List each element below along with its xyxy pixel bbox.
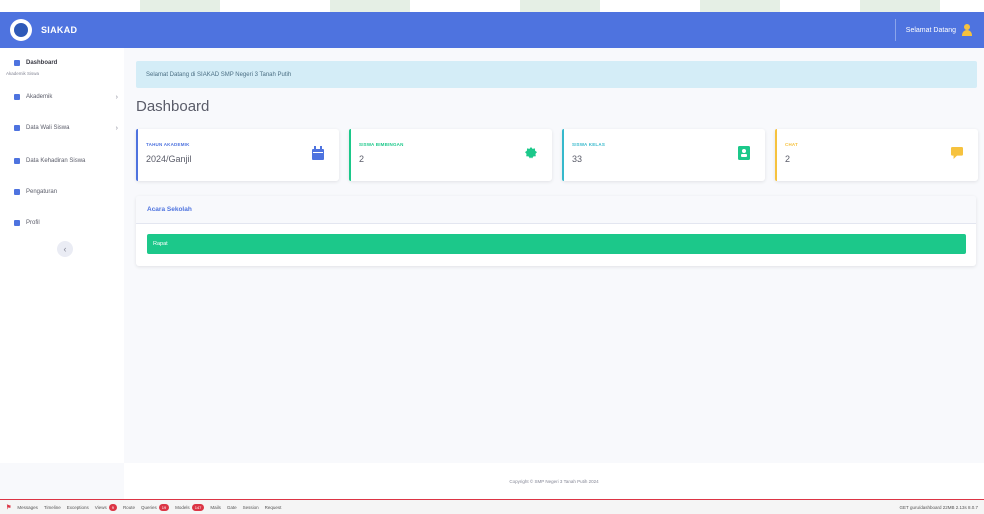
copyright-text: Copyright © SMP Negeri 3 Tanah Putih 202… (509, 478, 599, 484)
debug-tab-label: Mails (210, 504, 221, 510)
debugbar-logo-icon[interactable]: ⚑ (6, 504, 11, 511)
panel-header: Acara Sekolah (136, 196, 976, 224)
card-accent-bar (562, 129, 564, 181)
debug-tab-request[interactable]: Request (265, 505, 282, 510)
chevron-right-icon: › (115, 93, 118, 101)
sidebar-item-label: Data Wali Siswa (26, 125, 70, 131)
user-avatar-icon (962, 24, 972, 36)
debug-tab-label: Session (242, 504, 259, 510)
sidebar-item-profil[interactable]: Profil (14, 220, 118, 226)
card-label: Tahun Akademik (146, 142, 190, 147)
card-accent-bar (349, 129, 351, 181)
debug-badge: 9 (108, 503, 117, 511)
card-chat: Chat 2 (775, 129, 978, 181)
user-icon (14, 220, 20, 226)
card-value: 33 (572, 154, 583, 164)
debug-tab-label: Gate (226, 504, 237, 510)
sidebar-item-data-kehadiran-siswa[interactable]: Data Kehadiran Siswa (14, 158, 118, 164)
welcome-text: Selamat Datang di SIAKAD SMP Negeri 3 Ta… (146, 71, 292, 78)
debug-tab-route[interactable]: Route (123, 505, 135, 510)
page-title: Dashboard (136, 98, 210, 115)
topbar-divider (894, 19, 896, 41)
card-label: Siswa Bimbingan (359, 142, 404, 147)
sidebar-item-label: Profil (26, 220, 40, 226)
gauge-icon (14, 60, 20, 66)
footer: Copyright © SMP Negeri 3 Tanah Putih 202… (124, 463, 984, 499)
sidebar-section-label: Akademik Siswa (6, 71, 40, 76)
card-label: Chat (785, 142, 798, 147)
card-accent-bar (775, 129, 777, 181)
sidebar-item-label: Dashboard (26, 60, 58, 66)
debug-tab-label: Messages (17, 504, 38, 510)
event-item[interactable]: Rapat (147, 234, 966, 254)
table-icon (14, 158, 20, 164)
card-value: 2024/Ganjil (146, 154, 192, 164)
sidebar-item-dashboard[interactable]: Dashboard (14, 60, 118, 66)
debug-tab-mails[interactable]: Mails (210, 505, 221, 510)
debug-tab-label: Exceptions (66, 504, 89, 510)
debug-toolbar: ⚑ Messages Timeline Exceptions Views 9 Ro… (0, 499, 984, 514)
sidebar-item-label: Pengaturan (26, 189, 58, 195)
contact-icon (738, 146, 750, 160)
comment-icon (951, 147, 963, 159)
sidebar-toggle-button[interactable]: ‹ (57, 241, 73, 257)
card-siswa-bimbingan: Siswa Bimbingan 2 (349, 129, 552, 181)
debug-tab-label: Timeline (43, 504, 61, 510)
user-menu[interactable]: Selamat Datang (894, 12, 984, 48)
debug-tab-session[interactable]: Session (243, 505, 259, 510)
sidebar-item-pengaturan[interactable]: Pengaturan (14, 189, 118, 195)
sidebar: Dashboard Akademik Siswa Akademik › Data… (0, 48, 124, 463)
debug-tab-gate[interactable]: Gate (227, 505, 237, 510)
debug-tab-label: Queries (140, 504, 157, 510)
topbar: SIAKAD Selamat Datang (0, 12, 984, 48)
debug-tab-views[interactable]: Views 9 (94, 503, 117, 511)
debug-tab-models[interactable]: Models 147 (175, 503, 205, 511)
panel-title: Acara Sekolah (147, 206, 192, 213)
welcome-alert: Selamat Datang di SIAKAD SMP Negeri 3 Ta… (136, 61, 977, 88)
card-label: Siswa Kelas (572, 142, 606, 147)
event-label: Rapat (153, 241, 168, 247)
badge-icon (525, 147, 537, 159)
debug-tab-label: Models (175, 504, 190, 510)
card-accent-bar (136, 129, 138, 181)
watermark-band (0, 0, 984, 12)
debug-tab-timeline[interactable]: Timeline (44, 505, 61, 510)
card-tahun-akademik: Tahun Akademik 2024/Ganjil (136, 129, 339, 181)
brand[interactable]: SIAKAD (0, 12, 124, 48)
sidebar-item-label: Akademik (26, 94, 53, 100)
card-value: 2 (359, 154, 365, 164)
table-icon (14, 94, 20, 100)
debug-tab-exceptions[interactable]: Exceptions (67, 505, 89, 510)
events-panel: Acara Sekolah Rapat (136, 196, 976, 266)
user-name: Selamat Datang (905, 26, 956, 34)
user-icon (14, 125, 20, 131)
debug-tab-label: Views (94, 504, 107, 510)
debug-badge: 147 (191, 503, 205, 511)
debug-badge: 19 (158, 503, 170, 511)
debug-summary: GET guru/dashboard 22MB 2.13s 8.0.7 (899, 504, 978, 510)
debug-tab-messages[interactable]: Messages (17, 505, 38, 510)
debug-tab-label: Request (264, 504, 282, 510)
debug-tab-label: Route (122, 504, 135, 510)
logo-icon (10, 19, 32, 41)
users-icon (14, 189, 20, 195)
calendar-icon (312, 146, 324, 160)
card-value: 2 (785, 154, 791, 164)
siakad-dashboard-page: SIAKAD Selamat Datang Dashboard Akademik… (0, 0, 984, 514)
chevron-right-icon: › (115, 124, 118, 132)
sidebar-item-label: Data Kehadiran Siswa (26, 158, 86, 164)
brand-name: SIAKAD (41, 25, 78, 35)
card-siswa-kelas: Siswa Kelas 33 (562, 129, 765, 181)
sidebar-item-data-wali-siswa[interactable]: Data Wali Siswa › (14, 124, 118, 132)
sidebar-item-akademik[interactable]: Akademik › (14, 93, 118, 101)
debug-tab-queries[interactable]: Queries 19 (140, 503, 170, 511)
